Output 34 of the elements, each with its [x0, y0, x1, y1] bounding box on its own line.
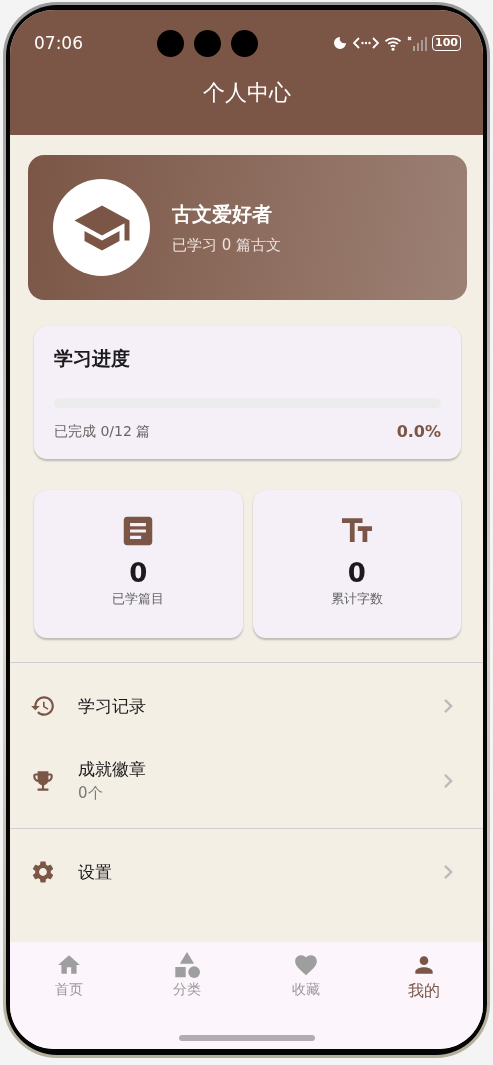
camera-lens: [194, 29, 221, 57]
chevron-icon: [444, 773, 453, 788]
progress-percent: 0.0%: [396, 422, 441, 441]
stat-label: 已学篇目: [112, 590, 165, 608]
shapes-icon: [174, 952, 201, 978]
status-time: 07:06: [34, 33, 83, 53]
user-name: 古文爱好者: [172, 200, 272, 228]
stat-value: 0: [129, 558, 148, 588]
menu-item[interactable]: 学习记录: [10, 671, 483, 741]
stat-label: 累计字数: [330, 590, 383, 608]
card-title: 学习进度: [54, 346, 131, 371]
menu-detail: 0个: [78, 784, 103, 803]
menu-label: 成就徽章: [78, 758, 146, 781]
menu-item[interactable]: 设置: [10, 837, 483, 907]
moon-icon: [332, 35, 349, 51]
heart-icon: [292, 952, 319, 978]
menu-label: 学习记录: [78, 694, 146, 718]
wifi-icon: [384, 35, 403, 51]
nav-tab[interactable]: 我的: [364, 952, 483, 1002]
menu-label: 设置: [78, 860, 112, 884]
code-icon: [353, 36, 380, 50]
signal-icon: [407, 35, 428, 51]
study-summary: 已学习 0 篇古文: [172, 235, 282, 255]
battery-level: 100: [432, 35, 461, 51]
history-icon: [30, 693, 56, 719]
chevron-icon: [444, 865, 453, 879]
chevron-icon: [444, 699, 453, 713]
camera-lens: [231, 29, 258, 57]
camera-lens: [157, 29, 184, 57]
menu-item[interactable]: 成就徽章 0个: [10, 741, 483, 820]
settings-icon: [30, 859, 56, 885]
progress-caption: 已完成 0/12 篇: [54, 422, 151, 441]
stat-value: 0: [347, 558, 366, 588]
page-title: 个人中心: [201, 79, 292, 107]
